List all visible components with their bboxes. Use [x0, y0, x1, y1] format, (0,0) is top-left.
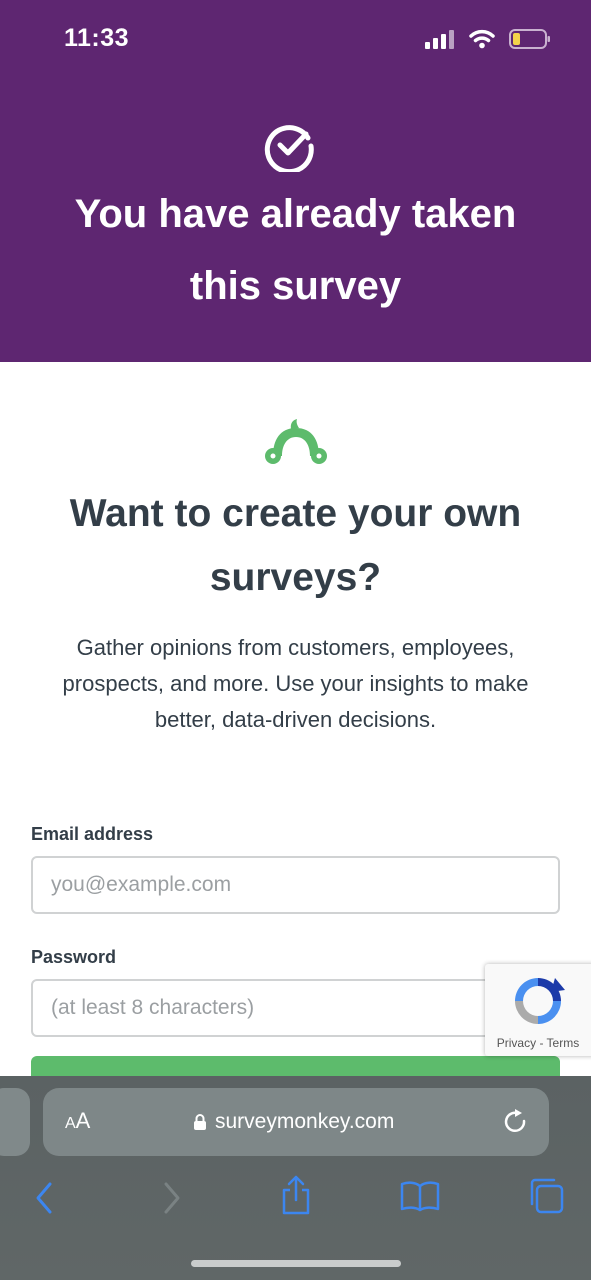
share-icon[interactable] [280, 1174, 312, 1216]
promo-title: Want to create your own surveys? [69, 492, 522, 599]
status-time: 11:33 [64, 24, 130, 52]
email-label: Email address [31, 824, 154, 844]
status-bar: 11:33 [0, 0, 591, 80]
signal-icon [425, 30, 454, 49]
back-icon[interactable] [32, 1180, 56, 1216]
hero-title: You have already taken this survey [74, 192, 517, 308]
wifi-icon [469, 29, 495, 49]
password-label: Password [31, 947, 117, 967]
bookmarks-icon[interactable] [400, 1180, 440, 1212]
password-field[interactable] [31, 979, 560, 1037]
forward-icon[interactable] [160, 1180, 184, 1216]
recaptcha-badge[interactable]: Privacy - Terms [485, 964, 591, 1056]
address-bar[interactable]: AA surveymonkey.com [43, 1088, 549, 1156]
surveymonkey-logo-icon [265, 419, 327, 464]
browser-toolbar: AA surveymonkey.com [0, 1076, 591, 1280]
home-indicator[interactable] [191, 1260, 401, 1267]
reload-icon[interactable] [503, 1108, 529, 1136]
recaptcha-links[interactable]: Privacy - Terms [485, 1036, 591, 1050]
recaptcha-icon [515, 978, 565, 1024]
lock-icon [194, 1114, 206, 1130]
check-circle-icon [264, 125, 314, 172]
url-text: surveymonkey.com [215, 1110, 395, 1133]
promo-description: Gather opinions from customers, employee… [62, 635, 529, 732]
previous-tab-preview[interactable] [0, 1088, 30, 1156]
tabs-icon[interactable] [526, 1178, 564, 1214]
reader-settings-button[interactable]: AA [65, 1108, 90, 1134]
battery-icon [509, 29, 550, 49]
email-field[interactable] [31, 856, 560, 914]
